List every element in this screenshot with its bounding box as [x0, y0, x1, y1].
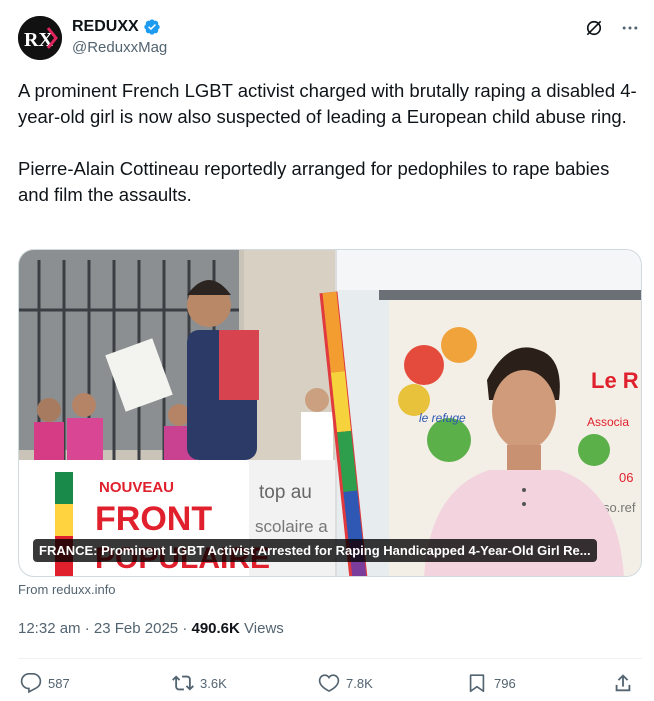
- svg-text:FRONT: FRONT: [95, 500, 212, 538]
- media-card[interactable]: top au scolaire a NOUVEAU FRONT POPULAIR…: [18, 249, 642, 577]
- repost-button[interactable]: 3.6K: [172, 672, 227, 694]
- verified-badge-icon: [143, 18, 161, 36]
- bookmark-count: 796: [494, 675, 516, 691]
- tweet-meta: 12:32 am · 23 Feb 2025 · 490.6K Views: [18, 620, 284, 637]
- svg-text:top au: top au: [259, 482, 312, 503]
- tweet-text: A prominent French LGBT activist charged…: [18, 80, 637, 205]
- views-label: Views: [244, 620, 284, 637]
- like-button[interactable]: 7.8K: [318, 672, 373, 694]
- display-name[interactable]: REDUXX: [72, 18, 139, 36]
- grok-icon[interactable]: [584, 18, 604, 38]
- like-count: 7.8K: [346, 675, 373, 691]
- tweet-time[interactable]: 12:32 am: [18, 620, 81, 637]
- repost-count: 3.6K: [200, 675, 227, 691]
- svg-text:06: 06: [619, 470, 633, 485]
- meta-separator: ·: [84, 620, 90, 637]
- divider: [18, 658, 642, 659]
- svg-text:le refuge: le refuge: [419, 411, 466, 425]
- bookmark-button[interactable]: 796: [466, 672, 516, 694]
- reduxx-logo-icon: RX: [18, 16, 62, 60]
- svg-text:NOUVEAU: NOUVEAU: [99, 479, 174, 496]
- header-actions: [584, 18, 640, 38]
- reply-count: 587: [48, 675, 70, 691]
- views-count: 490.6K: [191, 620, 240, 637]
- avatar[interactable]: RX: [18, 16, 62, 60]
- heart-icon: [318, 672, 340, 694]
- svg-text:scolaire a: scolaire a: [255, 517, 328, 536]
- reply-button[interactable]: 587: [20, 672, 70, 694]
- bookmark-icon: [466, 672, 488, 694]
- reply-icon: [20, 672, 42, 694]
- article-thumbnail-image: top au scolaire a NOUVEAU FRONT POPULAIR…: [19, 250, 641, 576]
- share-icon: [612, 672, 634, 694]
- media-caption: FRANCE: Prominent LGBT Activist Arrested…: [33, 539, 597, 562]
- svg-text:Le R: Le R: [591, 368, 639, 393]
- author-info: REDUXX @ReduxxMag: [72, 18, 167, 56]
- tweet-header: RX REDUXX @ReduxxMag: [18, 16, 640, 62]
- tweet-date[interactable]: 23 Feb 2025: [94, 620, 178, 637]
- share-button[interactable]: [612, 672, 634, 694]
- source-link[interactable]: From reduxx.info: [18, 582, 116, 597]
- repost-icon: [172, 672, 194, 694]
- action-bar: 587 3.6K 7.8K 796: [18, 672, 642, 700]
- handle[interactable]: @ReduxxMag: [72, 39, 167, 56]
- more-icon[interactable]: [620, 18, 640, 38]
- svg-text:Associa: Associa: [587, 415, 629, 429]
- meta-separator: ·: [182, 620, 188, 637]
